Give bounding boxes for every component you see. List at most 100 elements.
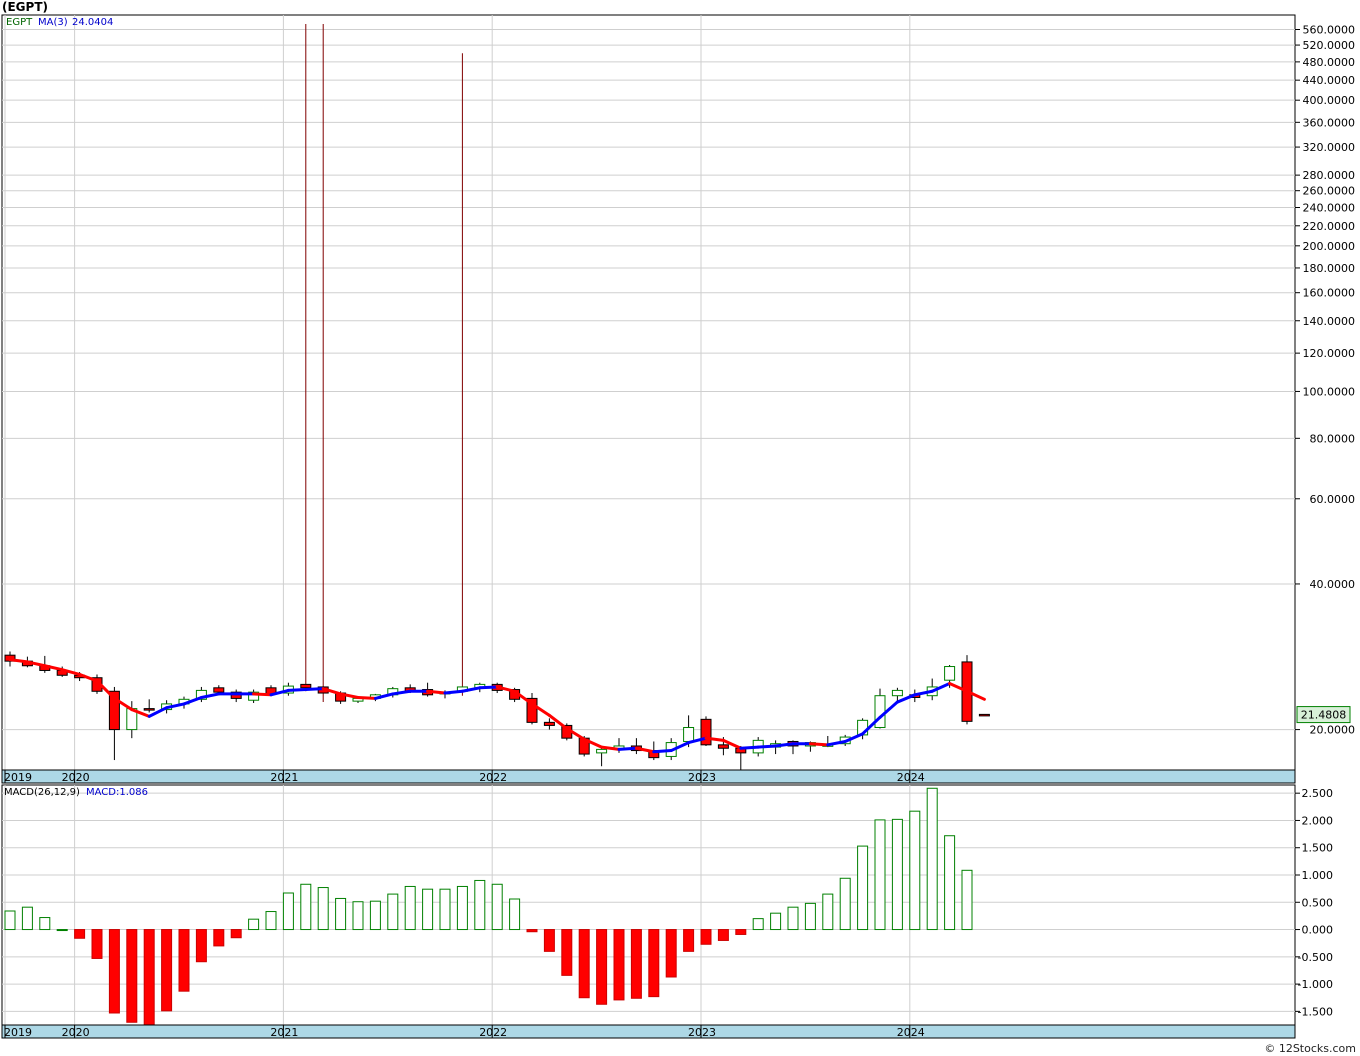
macd-tick-label: 1.500 (1302, 842, 1334, 855)
ma-segment (617, 746, 638, 751)
macd-bar (108, 929, 120, 1014)
candle-body (717, 744, 729, 749)
price-legend-ma: MA(3) (38, 17, 68, 28)
price-tick-label: 220.0000 (1303, 220, 1356, 233)
macd-bar (944, 835, 956, 931)
macd-x-label: 2019 (4, 1026, 32, 1039)
macd-bar (317, 887, 329, 931)
macd-bar (282, 892, 294, 931)
ma-segment (426, 689, 447, 695)
price-legend-ma-value: 24.0404 (72, 17, 113, 28)
credit-text: © 12Stocks.com (1264, 1042, 1356, 1055)
macd-bar (126, 929, 138, 1023)
price-tick-label: 200.0000 (1303, 240, 1356, 253)
macd-panel: 2.500 2.000 1.500 1.000 0.500 0.000 -0.500 -1.0… (1, 784, 1334, 1039)
price-tick-label: 560.0000 (1303, 23, 1356, 36)
macd-bar (143, 929, 155, 1027)
macd-bar (874, 819, 886, 931)
price-tick-label: 360.0000 (1303, 116, 1356, 129)
price-tick-label: 60.0000 (1310, 493, 1356, 506)
macd-x-label: 2023 (688, 1026, 716, 1039)
candle-body (944, 666, 956, 681)
macd-legend-value: MACD:1.086 (86, 787, 148, 798)
price-tick-label: 120.0000 (1303, 347, 1356, 360)
price-x-label: 2021 (270, 771, 298, 784)
macd-bar (839, 877, 851, 931)
macd-bar (439, 888, 451, 931)
macd-bar (717, 929, 729, 941)
macd-bar (613, 929, 625, 1001)
macd-bar (543, 929, 555, 952)
macd-bar (4, 910, 16, 931)
macd-bar (178, 929, 190, 992)
macd-bar (91, 929, 103, 959)
macd-bar (926, 787, 938, 931)
macd-bar (352, 901, 364, 931)
price-tick-label: 280.0000 (1303, 169, 1356, 182)
price-tick-label: 260.0000 (1303, 185, 1356, 198)
macd-bar (230, 929, 242, 939)
macd-bar (509, 898, 521, 931)
macd-bar (578, 929, 590, 999)
macd-bar (265, 911, 277, 931)
macd-bar (683, 929, 695, 952)
candle-body (300, 683, 312, 689)
macd-bar (909, 810, 921, 931)
macd-tick-label: 0.000 (1302, 924, 1334, 937)
macd-bar (300, 883, 312, 931)
candle-body (143, 708, 155, 711)
macd-tick-label: -0.500 (1298, 951, 1333, 964)
macd-tick-label: -1.000 (1298, 978, 1333, 991)
macd-bar (335, 897, 347, 931)
macd-bar (474, 879, 486, 931)
macd-bar (369, 900, 381, 931)
macd-bar (74, 929, 86, 939)
macd-bar (213, 929, 225, 947)
macd-x-axis-band (1, 1024, 1296, 1039)
macd-x-label: 2022 (479, 1026, 507, 1039)
macd-bar (56, 929, 68, 932)
candle-body (891, 689, 903, 697)
macd-bar (195, 929, 207, 963)
ma-segment (304, 687, 325, 692)
macd-bar (804, 902, 816, 931)
price-legend-symbol: EGPT (6, 17, 33, 28)
price-tick-label: 180.0000 (1303, 262, 1356, 275)
macd-x-label: 2024 (897, 1026, 925, 1039)
price-tick-label: 240.0000 (1303, 202, 1356, 215)
macd-bar (422, 888, 434, 931)
price-x-label: 2022 (479, 771, 507, 784)
candle-body (543, 721, 555, 726)
macd-bar (700, 929, 712, 945)
price-tick-label: 100.0000 (1303, 385, 1356, 398)
chart-canvas: 20.0000 40.0000 60.0000 80.0000 100.0000 120.… (1, 14, 1356, 1055)
macd-bar (770, 912, 782, 931)
macd-x-label: 2021 (270, 1026, 298, 1039)
ma-segment (478, 685, 499, 690)
price-tick-label: 520.0000 (1303, 39, 1356, 52)
macd-tick-label: -1.500 (1298, 1005, 1333, 1018)
macd-bar (665, 929, 677, 978)
macd-bar (891, 818, 903, 931)
price-tick-label: 160.0000 (1303, 287, 1356, 300)
price-plot-area (1, 14, 1296, 771)
macd-bar (387, 893, 399, 931)
price-tick-label: 440.0000 (1303, 74, 1356, 87)
macd-tick-label: 2.000 (1302, 814, 1334, 827)
macd-bar (648, 929, 660, 998)
macd-legend-indicator: MACD(26,12,9) (4, 787, 80, 798)
price-x-axis-band (1, 769, 1296, 784)
candle-body (683, 726, 695, 742)
macd-bar (857, 845, 869, 931)
macd-bar (21, 906, 33, 931)
price-tick-label: 40.0000 (1310, 578, 1356, 591)
price-x-label: 2024 (897, 771, 925, 784)
macd-tick-label: 0.500 (1302, 896, 1334, 909)
macd-bar (248, 918, 260, 931)
ma-segment (652, 749, 673, 754)
price-tick-label: 320.0000 (1303, 141, 1356, 154)
price-x-label: 2019 (4, 771, 32, 784)
last-price-label: 21.4808 (1301, 709, 1347, 722)
macd-bar (630, 929, 642, 999)
price-tick-label: 20.0000 (1310, 724, 1356, 737)
